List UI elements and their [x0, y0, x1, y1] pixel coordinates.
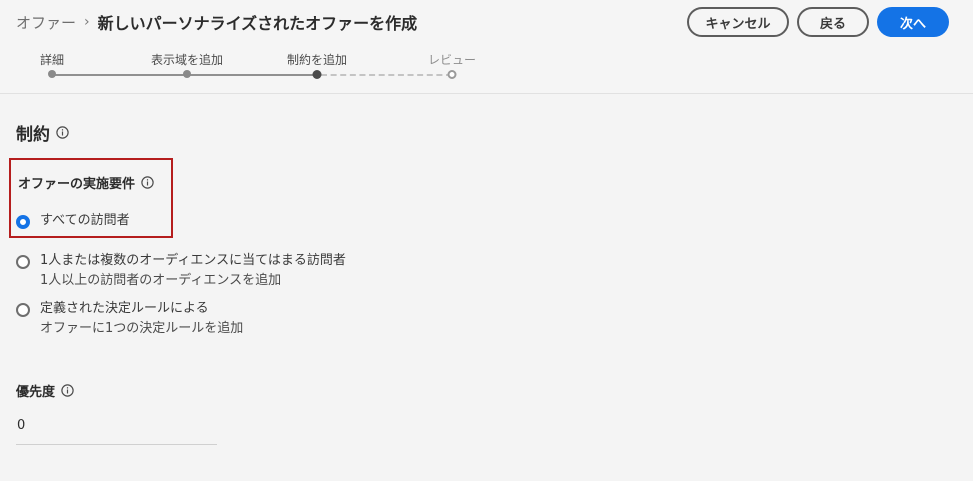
- radio-option-description: 1人以上の訪問者のオーディエンスを追加: [40, 273, 282, 288]
- step-dot-add-constraints[interactable]: [312, 70, 322, 79]
- next-button[interactable]: 次へ: [877, 7, 949, 37]
- radio-label: 1人または複数のオーディエンスに当てはまる訪問者 1人以上の訪問者のオーディエン…: [40, 251, 346, 291]
- radio-option-all-visitors[interactable]: すべての訪問者: [16, 211, 130, 231]
- breadcrumb: オファー › 新しいパーソナライズされたオファーを作成: [16, 10, 417, 34]
- info-icon[interactable]: [141, 176, 154, 189]
- step-label-add-constraints[interactable]: 制約を追加: [287, 51, 347, 68]
- radio-option-label: すべての訪問者: [40, 213, 130, 228]
- section-title: 制約: [16, 120, 69, 145]
- cancel-button[interactable]: キャンセル: [687, 7, 789, 37]
- info-icon[interactable]: [61, 384, 74, 397]
- priority-value: 0: [17, 418, 26, 433]
- section-title-text: 制約: [16, 125, 50, 145]
- step-dot-details[interactable]: [48, 70, 56, 78]
- step-label-details[interactable]: 詳細: [40, 51, 64, 68]
- radio-button[interactable]: [16, 255, 30, 269]
- back-button[interactable]: 戻る: [797, 7, 869, 37]
- page-header: オファー › 新しいパーソナライズされたオファーを作成 キャンセル 戻る 次へ …: [0, 0, 973, 94]
- priority-label-text: 優先度: [16, 385, 56, 400]
- radio-label: すべての訪問者: [40, 211, 130, 231]
- step-dot-review: [447, 70, 457, 79]
- breadcrumb-parent-link[interactable]: オファー: [16, 12, 76, 33]
- step-progress: 詳細 表示域を追加 制約を追加 レビュー: [0, 48, 973, 88]
- page-title: 新しいパーソナライズされたオファーを作成: [97, 14, 418, 33]
- step-label-add-placement[interactable]: 表示域を追加: [151, 51, 223, 68]
- radio-option-label: 1人または複数のオーディエンスに当てはまる訪問者: [40, 253, 346, 268]
- radio-option-label: 定義された決定ルールによる: [40, 301, 209, 316]
- radio-button[interactable]: [16, 215, 30, 229]
- radio-label: 定義された決定ルールによる オファーに1つの決定ルールを追加: [40, 299, 243, 339]
- info-icon[interactable]: [56, 126, 69, 139]
- radio-option-audiences[interactable]: 1人または複数のオーディエンスに当てはまる訪問者 1人以上の訪問者のオーディエン…: [16, 251, 346, 291]
- breadcrumb-separator: ›: [84, 14, 90, 30]
- priority-label: 優先度: [16, 381, 74, 400]
- radio-option-description: オファーに1つの決定ルールを追加: [40, 321, 244, 336]
- radio-option-decision-rule[interactable]: 定義された決定ルールによる オファーに1つの決定ルールを追加: [16, 299, 243, 339]
- radio-button[interactable]: [16, 303, 30, 317]
- eligibility-label: オファーの実施要件: [18, 173, 154, 192]
- step-label-review: レビュー: [427, 53, 477, 67]
- priority-input[interactable]: 0: [16, 418, 217, 445]
- step-line-remaining: [321, 74, 452, 76]
- eligibility-label-text: オファーの実施要件: [18, 177, 136, 192]
- step-dot-add-placement[interactable]: [183, 70, 191, 78]
